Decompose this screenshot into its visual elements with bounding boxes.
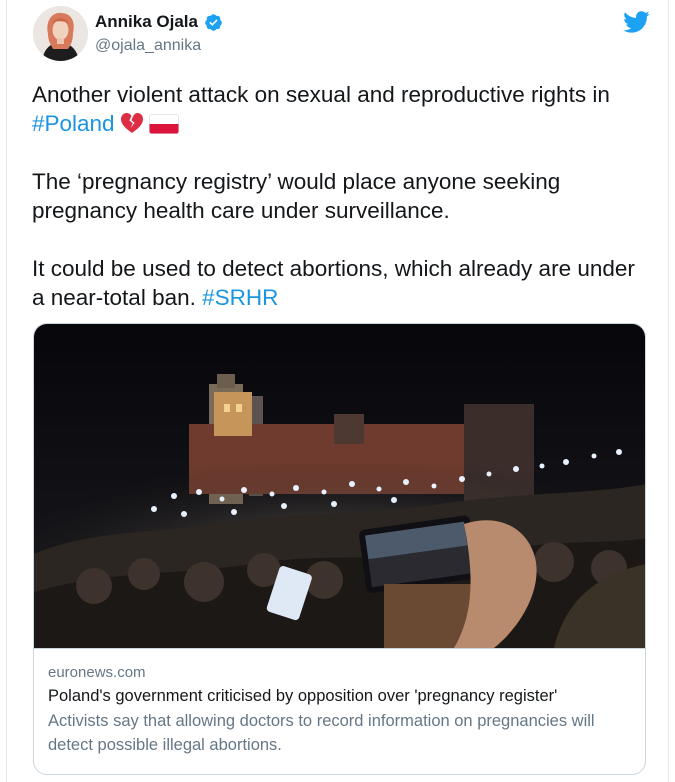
hashtag-poland-link[interactable]: #Poland [32, 111, 115, 136]
name-row: Annika Ojala [95, 12, 223, 32]
tweet-paragraph-2: The ‘pregnancy registry’ would place any… [32, 169, 561, 223]
tweet-paragraph-1: Another violent attack on sexual and rep… [32, 80, 642, 138]
card-image[interactable] [34, 324, 646, 648]
tweet-text: Another violent attack on sexual and rep… [32, 80, 642, 341]
twitter-bird-icon[interactable] [622, 10, 650, 34]
card-info: euronews.com Poland's government critici… [34, 648, 645, 770]
broken-heart-icon [120, 113, 143, 133]
tweet-text-line: It could be used to detect abortions, wh… [32, 256, 635, 310]
verified-badge-icon [205, 13, 222, 31]
card-title[interactable]: Poland's government criticised by opposi… [48, 684, 633, 709]
tweet-paragraph-3: It could be used to detect abortions, wh… [32, 254, 642, 312]
tweet-text-line: Another violent attack on sexual and rep… [32, 82, 610, 107]
card-description: Activists say that allowing doctors to r… [48, 712, 595, 754]
card-domain: euronews.com [48, 664, 146, 681]
link-card[interactable]: euronews.com Poland's government critici… [33, 323, 646, 775]
tweet: Annika Ojala @ojala_annika Another viole… [6, 0, 669, 782]
user-handle[interactable]: @ojala_annika [95, 37, 201, 55]
poland-flag-icon [148, 114, 179, 134]
avatar[interactable] [33, 6, 88, 61]
hashtag-srhr-link[interactable]: #SRHR [202, 285, 278, 310]
display-name[interactable]: Annika Ojala [95, 12, 198, 32]
